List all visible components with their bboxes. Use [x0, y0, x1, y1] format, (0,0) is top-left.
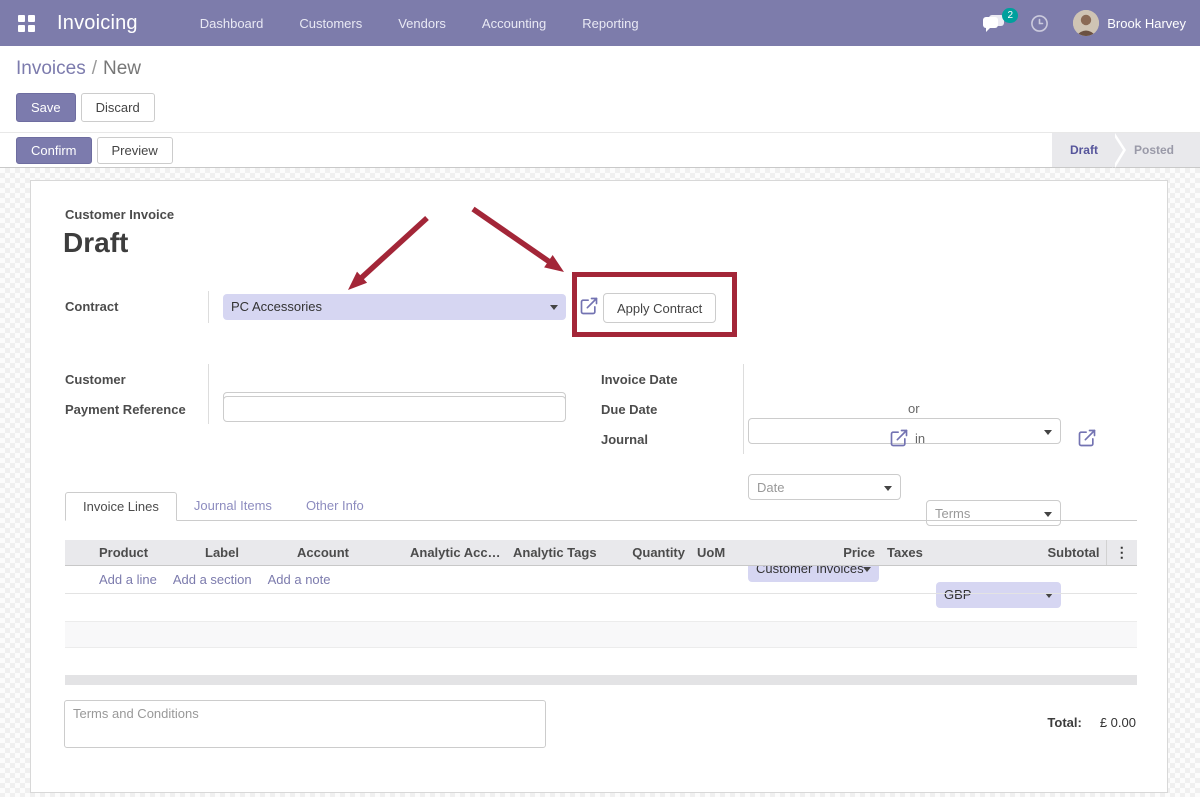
tab-other-info[interactable]: Other Info [289, 492, 381, 520]
user-name: Brook Harvey [1107, 16, 1186, 31]
clock-icon [1030, 14, 1049, 33]
terms-and-conditions-textarea[interactable] [64, 700, 546, 748]
label-separator [208, 364, 209, 424]
activities-icon[interactable] [1030, 14, 1049, 33]
apply-contract-button[interactable]: Apply Contract [603, 293, 716, 323]
chevron-down-icon [1044, 430, 1052, 435]
preview-button[interactable]: Preview [97, 137, 173, 164]
invoice-date-label: Invoice Date [601, 366, 678, 393]
breadcrumb-invoices-link[interactable]: Invoices [16, 58, 86, 79]
add-a-section-link[interactable]: Add a section [173, 572, 252, 587]
main-menu: Dashboard Customers Vendors Accounting R… [198, 12, 641, 35]
column-price[interactable]: Price [808, 540, 881, 565]
contract-label: Contract [65, 293, 118, 320]
breadcrumb-separator: / [92, 58, 97, 79]
document-type-label: Customer Invoice [65, 207, 174, 222]
total-value: £ 0.00 [1100, 715, 1136, 730]
empty-table-row [65, 648, 1137, 675]
invoice-lines-table: Product Label Account Analytic Acc… Anal… [65, 540, 1137, 566]
column-drag-handle [65, 540, 93, 565]
customer-label: Customer [65, 366, 126, 393]
user-menu[interactable]: Brook Harvey [1073, 10, 1186, 36]
nav-item-customers[interactable]: Customers [297, 12, 364, 35]
optional-columns-icon[interactable]: ⋮ [1106, 540, 1137, 565]
status-step-draft[interactable]: Draft [1052, 133, 1112, 167]
form-view-background: Customer Invoice Draft Contract PC Acces… [0, 168, 1200, 797]
column-label[interactable]: Label [199, 540, 291, 565]
breadcrumb: Invoices / New [16, 58, 1184, 80]
control-panel: Invoices / New Save Discard [0, 46, 1200, 132]
payment-reference-label: Payment Reference [65, 396, 186, 423]
total-row: Total: £ 0.00 [1047, 715, 1136, 730]
messages-count-badge: 2 [1002, 8, 1018, 23]
discard-button[interactable]: Discard [81, 93, 155, 122]
invoice-sheet: Customer Invoice Draft Contract PC Acces… [30, 180, 1168, 793]
chevron-down-icon [550, 305, 558, 310]
confirm-button[interactable]: Confirm [16, 137, 92, 164]
draft-state-title: Draft [63, 227, 128, 259]
add-a-note-link[interactable]: Add a note [268, 572, 331, 587]
save-button[interactable]: Save [16, 93, 76, 122]
navbar-right: 2 Brook Harvey [982, 10, 1186, 36]
statusbar-row: Confirm Preview Draft Posted [0, 132, 1200, 168]
breadcrumb-current: New [103, 58, 141, 79]
top-navbar: Invoicing Dashboard Customers Vendors Ac… [0, 0, 1200, 46]
messages-icon[interactable]: 2 [982, 14, 1006, 33]
in-text: in [915, 426, 925, 452]
or-text: or [908, 396, 920, 422]
tab-invoice-lines[interactable]: Invoice Lines [65, 492, 177, 521]
avatar [1073, 10, 1099, 36]
nav-item-dashboard[interactable]: Dashboard [198, 12, 266, 35]
label-separator [743, 364, 744, 454]
nav-item-vendors[interactable]: Vendors [396, 12, 448, 35]
add-a-line-link[interactable]: Add a line [99, 572, 157, 587]
column-quantity[interactable]: Quantity [614, 540, 691, 565]
invoicing-app: Invoicing Dashboard Customers Vendors Ac… [0, 0, 1200, 797]
table-add-row: Add a line Add a section Add a note [65, 565, 1137, 594]
total-label: Total: [1047, 715, 1081, 730]
tab-journal-items[interactable]: Journal Items [177, 492, 289, 520]
contract-external-link-icon[interactable] [579, 296, 599, 316]
journal-label: Journal [601, 426, 648, 453]
column-account[interactable]: Account [291, 540, 404, 565]
chevron-down-icon [884, 486, 892, 491]
column-analytic-account[interactable]: Analytic Acc… [404, 540, 507, 565]
column-uom[interactable]: UoM [691, 540, 808, 565]
status-pipeline: Draft Posted [1052, 133, 1200, 167]
column-product[interactable]: Product [93, 540, 199, 565]
nav-item-accounting[interactable]: Accounting [480, 12, 548, 35]
notebook-tabs: Invoice Lines Journal Items Other Info [65, 492, 1137, 521]
app-title[interactable]: Invoicing [57, 12, 138, 35]
apps-grid-icon[interactable] [18, 15, 35, 32]
table-footer-separator [65, 675, 1137, 685]
currency-external-link-icon[interactable] [1077, 428, 1097, 448]
payment-reference-input[interactable] [223, 396, 566, 422]
label-separator [208, 291, 209, 323]
contract-select[interactable]: PC Accessories [223, 294, 566, 320]
journal-external-link-icon[interactable] [889, 428, 909, 448]
empty-table-row [65, 621, 1137, 648]
empty-table-row [65, 594, 1137, 621]
column-taxes[interactable]: Taxes [881, 540, 1011, 565]
column-analytic-tags[interactable]: Analytic Tags [507, 540, 614, 565]
due-date-label: Due Date [601, 396, 657, 423]
nav-item-reporting[interactable]: Reporting [580, 12, 640, 35]
column-subtotal[interactable]: Subtotal [1011, 540, 1106, 565]
